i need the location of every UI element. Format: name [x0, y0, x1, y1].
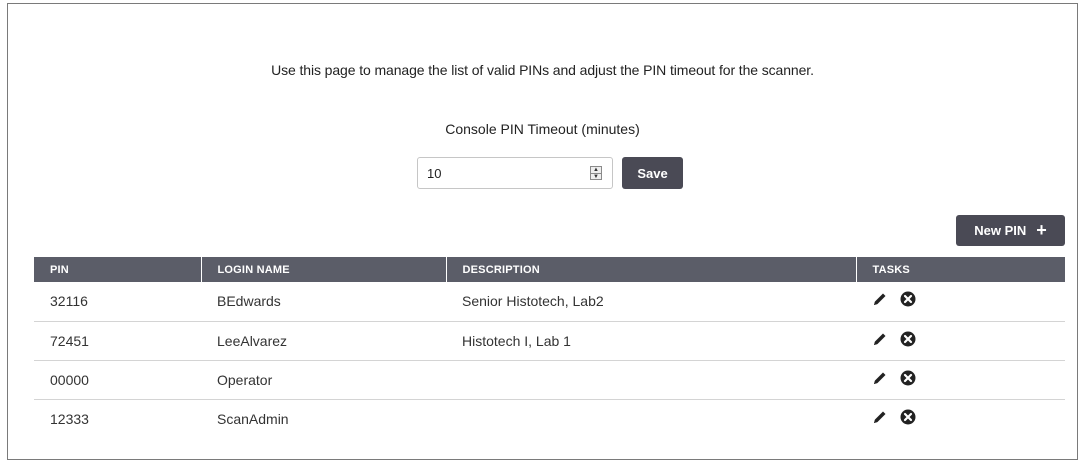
pin-management-panel: Use this page to manage the list of vali… [7, 3, 1078, 460]
tasks-cell [856, 399, 1065, 438]
new-pin-label: New PIN [974, 223, 1027, 238]
table-row[interactable]: 32116 BEdwards Senior Histotech, Lab2 [34, 282, 1065, 322]
tasks-cell [856, 360, 1065, 400]
delete-icon[interactable] [900, 291, 916, 307]
description-cell: Histotech I, Lab 1 [446, 321, 856, 361]
intro-text: Use this page to manage the list of vali… [271, 62, 814, 78]
table-row[interactable]: 12333 ScanAdmin [34, 399, 1065, 438]
tasks-cell [856, 282, 1065, 322]
timeout-stepper[interactable]: ▲ ▼ [417, 157, 613, 189]
login-name-cell: Operator [201, 360, 446, 400]
delete-icon[interactable] [900, 331, 916, 347]
pencil-icon[interactable] [872, 331, 888, 347]
column-header-description[interactable]: DESCRIPTION [446, 257, 857, 282]
timeout-input[interactable] [418, 158, 578, 188]
pin-cell: 32116 [34, 282, 201, 322]
login-name-cell: BEdwards [201, 282, 446, 322]
timeout-label: Console PIN Timeout (minutes) [445, 121, 640, 137]
pin-cell: 72451 [34, 321, 201, 361]
description-cell [446, 399, 856, 438]
delete-icon[interactable] [900, 370, 916, 386]
login-name-cell: LeeAlvarez [201, 321, 446, 361]
pin-table: PIN LOGIN NAME DESCRIPTION TASKS 32116 BE… [34, 257, 1065, 438]
column-header-login-name[interactable]: LOGIN NAME [201, 257, 447, 282]
description-cell: Senior Histotech, Lab2 [446, 282, 856, 322]
login-name-cell: ScanAdmin [217, 410, 289, 427]
timeout-controls: ▲ ▼ Save [417, 157, 683, 189]
spinner-arrows-icon[interactable]: ▲ ▼ [590, 166, 602, 180]
plus-icon: + [1036, 219, 1047, 240]
tasks-cell [856, 321, 1065, 361]
spin-down-arrow[interactable]: ▼ [591, 173, 601, 180]
table-row[interactable]: 00000 Operator [34, 360, 1065, 400]
pin-cell: 12333 [50, 410, 89, 427]
pencil-icon[interactable] [872, 370, 888, 386]
table-row[interactable]: 72451 LeeAlvarez Histotech I, Lab 1 [34, 321, 1065, 361]
pin-cell: 00000 [34, 360, 201, 400]
new-pin-button[interactable]: New PIN + [956, 215, 1065, 246]
table-header-row: PIN LOGIN NAME DESCRIPTION TASKS [34, 257, 1065, 282]
column-header-pin[interactable]: PIN [34, 257, 202, 282]
description-cell [446, 360, 856, 400]
pencil-icon[interactable] [872, 291, 888, 307]
delete-icon[interactable] [900, 409, 916, 425]
save-button[interactable]: Save [622, 157, 683, 189]
pencil-icon[interactable] [872, 409, 888, 425]
column-header-tasks: TASKS [856, 257, 1065, 282]
